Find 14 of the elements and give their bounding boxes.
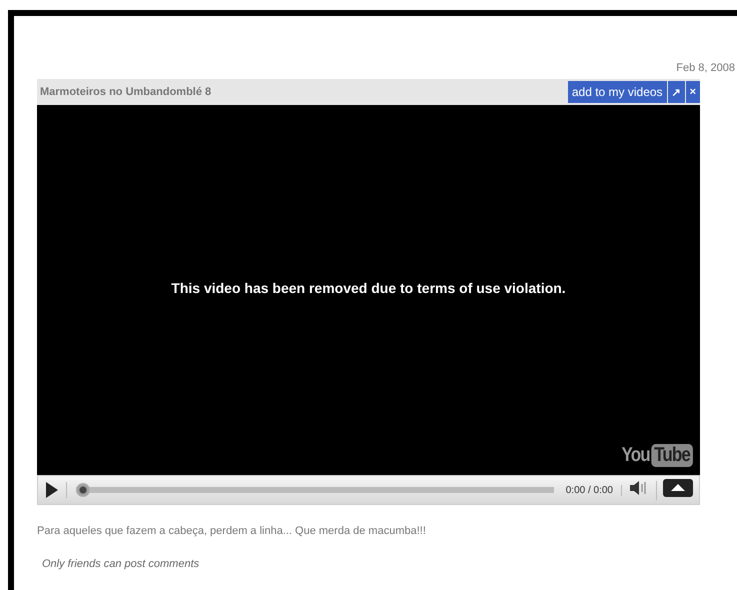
volume-icon[interactable]	[630, 480, 648, 494]
video-description: Para aqueles que fazem a cabeça, perdem a linha... Que merda de macumba!!!	[37, 525, 427, 537]
time-display: 0:00 / 0:00	[566, 484, 622, 496]
video-logo: You Tube	[622, 444, 693, 467]
post-date: Feb 8, 2008	[676, 62, 735, 74]
fullscreen-icon[interactable]	[663, 478, 693, 496]
close-button[interactable]: ×	[686, 81, 700, 103]
removed-message: This video has been removed due to terms of use violation.	[171, 280, 566, 296]
play-icon[interactable]	[46, 482, 58, 498]
progress-thumb[interactable]	[76, 483, 90, 497]
video-title: Marmoteiros no Umbandomblé 8	[39, 86, 212, 98]
add-to-videos-button[interactable]: add to my videos	[568, 81, 667, 103]
popout-button[interactable]: ↗	[668, 81, 685, 103]
comments-note: Only friends can post comments	[42, 558, 200, 570]
